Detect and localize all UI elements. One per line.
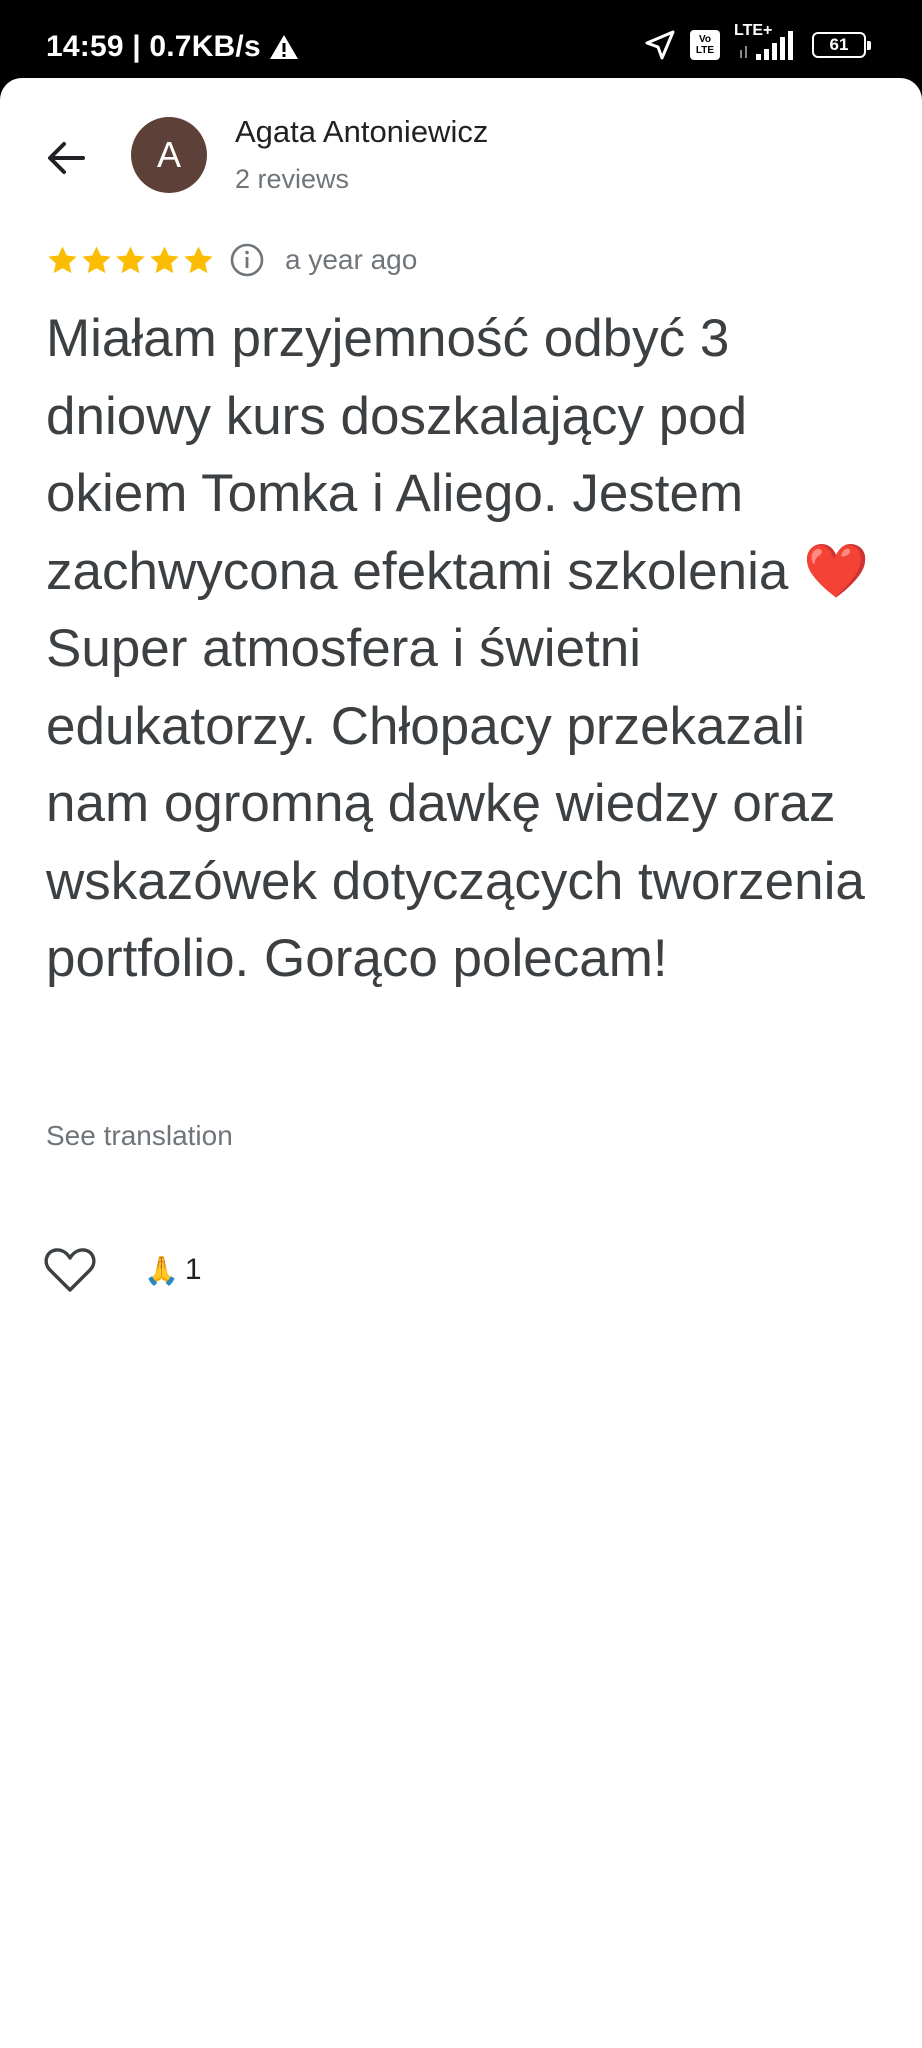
star-icon (48, 245, 77, 273)
avatar-initial: A (156, 134, 181, 175)
network-indicator: LTE+ (734, 22, 798, 62)
time-and-speed: 14:59 | 0.7KB/s (46, 30, 261, 63)
reviewer-name[interactable]: Agata Antoniewicz (235, 114, 488, 150)
star-icon (82, 245, 111, 273)
star-icon (116, 245, 145, 273)
star-rating (46, 244, 215, 277)
like-button[interactable] (42, 1242, 98, 1298)
battery-level: 61 (829, 35, 849, 54)
volte-bottom: LTE (695, 45, 715, 56)
review-text: Miałam przyjemność odbyć 3 dniowy kurs d… (46, 309, 870, 988)
avatar[interactable]: A (131, 117, 207, 193)
signal-icon (740, 31, 793, 60)
status-right: Vo LTE LTE+ 61 (644, 22, 871, 62)
pray-reaction-emoji[interactable]: 🙏 (144, 1254, 179, 1287)
reviewer-review-count: 2 reviews (235, 164, 350, 194)
status-bar: 14:59 | 0.7KB/s Vo LTE LTE+ 61 (0, 0, 922, 80)
rating-row: a year ago (46, 238, 417, 282)
back-button[interactable] (38, 130, 94, 186)
heart-outline-icon (44, 1248, 96, 1292)
status-left: 14:59 | 0.7KB/s (46, 30, 299, 64)
star-icon (184, 245, 213, 273)
reaction-row: 🙏 1 (44, 1242, 202, 1298)
battery-icon: 61 (812, 32, 871, 58)
location-arrow-icon (645, 30, 675, 60)
see-translation-link[interactable]: See translation (46, 1120, 233, 1152)
warning-icon (269, 35, 298, 59)
reaction-count: 1 (184, 1253, 202, 1286)
info-icon[interactable] (229, 242, 265, 278)
review-date: a year ago (285, 244, 418, 275)
volte-icon: Vo LTE (690, 30, 720, 60)
star-icon (150, 245, 179, 273)
back-arrow-icon (48, 142, 85, 174)
volte-top: Vo (698, 34, 712, 45)
review-sheet: A Agata Antoniewicz 2 reviews a year ago… (0, 78, 922, 2048)
